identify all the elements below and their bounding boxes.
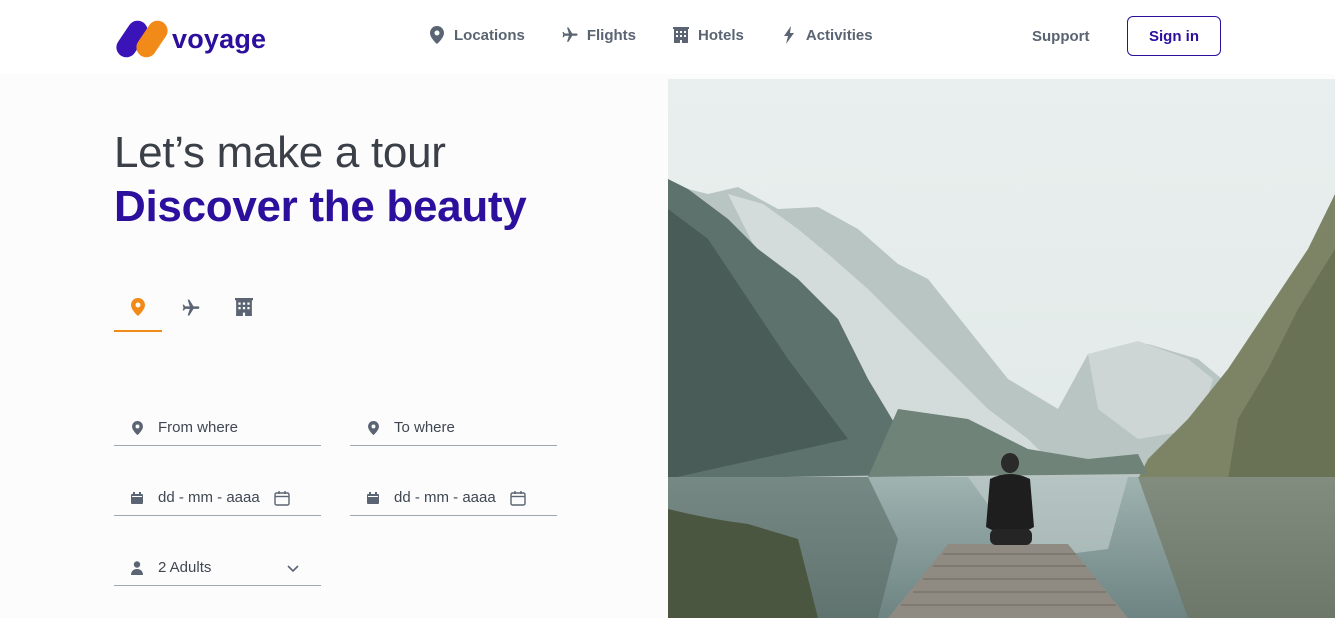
tab-locations[interactable] xyxy=(114,296,162,332)
nav-item-flights[interactable]: Flights xyxy=(561,26,636,44)
nav-item-hotels[interactable]: Hotels xyxy=(672,26,744,44)
depart-date-input[interactable] xyxy=(158,489,266,506)
map-pin-icon xyxy=(131,298,145,321)
calendar-picker-icon[interactable] xyxy=(274,490,290,506)
hero-subtitle: Discover the beauty xyxy=(114,182,527,231)
brand-logo[interactable]: voyage xyxy=(112,16,267,62)
hero-landscape-image xyxy=(668,79,1335,618)
guests-value: 2 Adults xyxy=(158,559,212,576)
nav-item-locations[interactable]: Locations xyxy=(428,26,525,44)
building-icon xyxy=(235,298,253,321)
calendar-picker-icon[interactable] xyxy=(510,490,526,506)
to-where-field xyxy=(350,410,557,446)
depart-date-field xyxy=(114,480,321,516)
return-date-input[interactable] xyxy=(394,489,502,506)
nav-item-label: Hotels xyxy=(698,26,744,44)
tab-hotels[interactable] xyxy=(220,296,268,332)
map-pin-icon xyxy=(364,420,382,435)
search-type-tabs xyxy=(114,296,273,332)
from-where-field xyxy=(114,410,321,446)
chevron-down-icon xyxy=(286,561,300,575)
map-pin-icon xyxy=(428,26,446,44)
nav-item-label: Flights xyxy=(586,26,637,44)
nav-item-activities[interactable]: Activities xyxy=(780,26,873,44)
calendar-icon xyxy=(128,491,146,504)
map-pin-icon xyxy=(128,420,146,435)
airplane-icon xyxy=(181,298,201,323)
sign-in-button[interactable]: Sign in xyxy=(1127,16,1221,56)
tab-flights[interactable] xyxy=(167,296,215,332)
nav-item-label: Activities xyxy=(805,26,873,44)
main-menu: Locations Flights Hotels Activities xyxy=(428,26,909,44)
nav-item-label: Locations xyxy=(454,26,525,44)
guests-select[interactable]: 2 Adults xyxy=(114,550,321,586)
return-date-field xyxy=(350,480,557,516)
person-icon xyxy=(128,560,146,575)
hero-title: Let’s make a tour xyxy=(114,128,446,177)
airplane-icon xyxy=(561,26,579,44)
brand-name: voyage xyxy=(172,23,267,54)
calendar-icon xyxy=(364,491,382,504)
top-navbar: voyage Locations Flights Hotels Activiti… xyxy=(0,0,1335,74)
logo-mark-icon xyxy=(112,16,172,62)
to-where-input[interactable] xyxy=(394,419,524,436)
lightning-icon xyxy=(780,26,798,44)
building-icon xyxy=(672,26,690,44)
support-link[interactable]: Support xyxy=(1032,28,1090,45)
from-where-input[interactable] xyxy=(158,419,288,436)
